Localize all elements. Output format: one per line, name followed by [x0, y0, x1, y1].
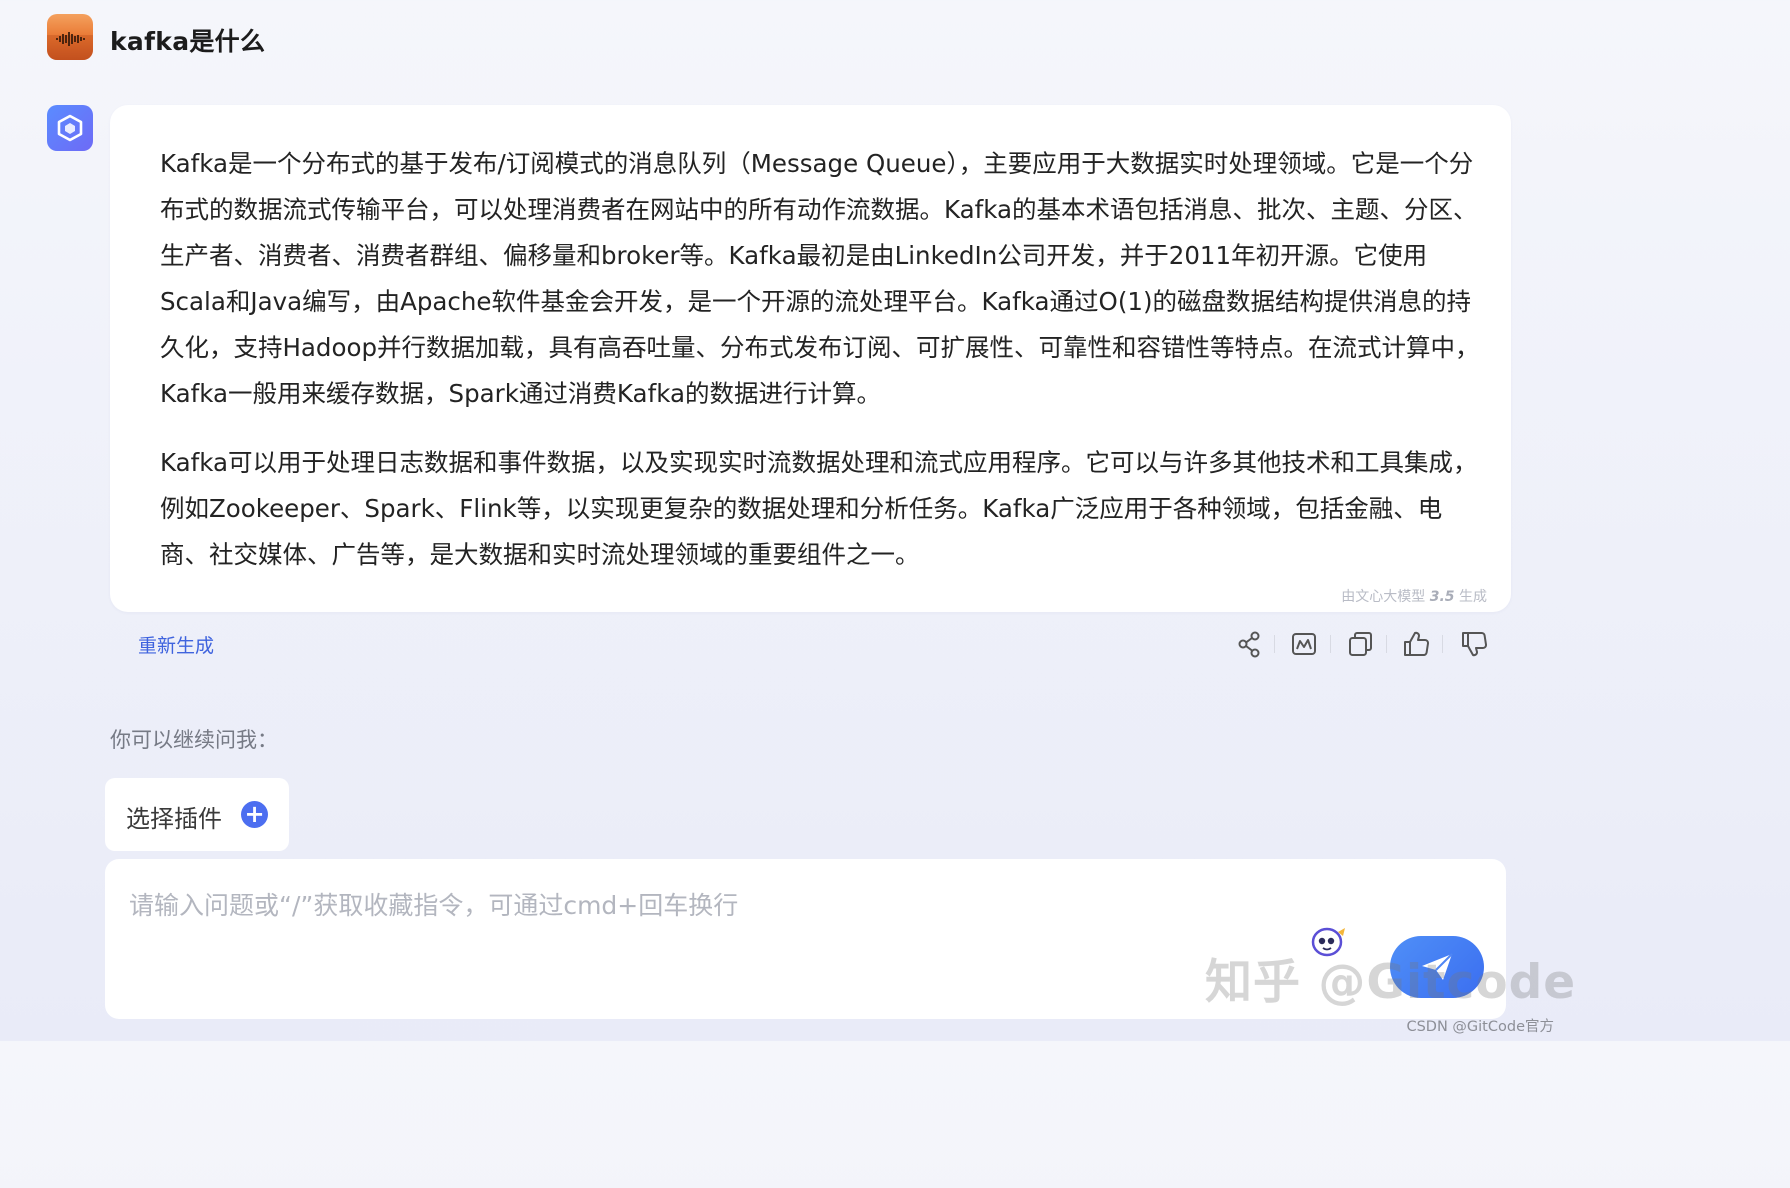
cube-logo-icon	[57, 114, 83, 142]
answer-paragraph: Kafka可以用于处理日志数据和事件数据，以及实现实时流数据处理和流式应用程序。…	[160, 448, 1478, 569]
generated-by-prefix: 由文心大模型	[1341, 589, 1426, 605]
select-plugin-button[interactable]: 选择插件 +	[105, 778, 289, 851]
followup-prompt-label: 你可以继续问我：	[110, 728, 278, 752]
answer-actions-toolbar	[1232, 628, 1492, 660]
regenerate-button[interactable]: 重新生成	[138, 631, 214, 658]
divider	[1330, 635, 1331, 653]
divider	[1386, 635, 1387, 653]
answer-text: Kafka是一个分布式的基于发布/订阅模式的消息队列（Message Queue…	[160, 141, 1490, 601]
thumbs-up-icon[interactable]	[1400, 628, 1432, 660]
image-export-icon[interactable]	[1288, 628, 1320, 660]
bot-avatar	[47, 105, 93, 151]
divider	[1274, 635, 1275, 653]
share-icon[interactable]	[1234, 628, 1266, 660]
generated-by-suffix: 生成	[1459, 589, 1487, 605]
chat-input[interactable]	[127, 879, 1291, 931]
zhihu-watermark: 知乎 @Gitcode	[1205, 955, 1577, 1010]
user-avatar	[47, 14, 93, 60]
select-plugin-label: 选择插件	[126, 805, 222, 833]
model-version: 3.5	[1429, 589, 1455, 605]
thumbs-down-icon[interactable]	[1458, 628, 1490, 660]
answer-card: Kafka是一个分布式的基于发布/订阅模式的消息队列（Message Queue…	[110, 105, 1511, 612]
copy-icon[interactable]	[1344, 628, 1376, 660]
plus-icon: +	[241, 801, 268, 828]
generated-by-tag: 由文心大模型 3.5 生成	[1341, 586, 1487, 606]
answer-paragraph: Kafka是一个分布式的基于发布/订阅模式的消息队列（Message Queue…	[160, 149, 1480, 408]
divider	[1442, 635, 1443, 653]
csdn-watermark: CSDN @GitCode官方	[1406, 1019, 1554, 1035]
user-question: kafka是什么	[110, 27, 266, 56]
